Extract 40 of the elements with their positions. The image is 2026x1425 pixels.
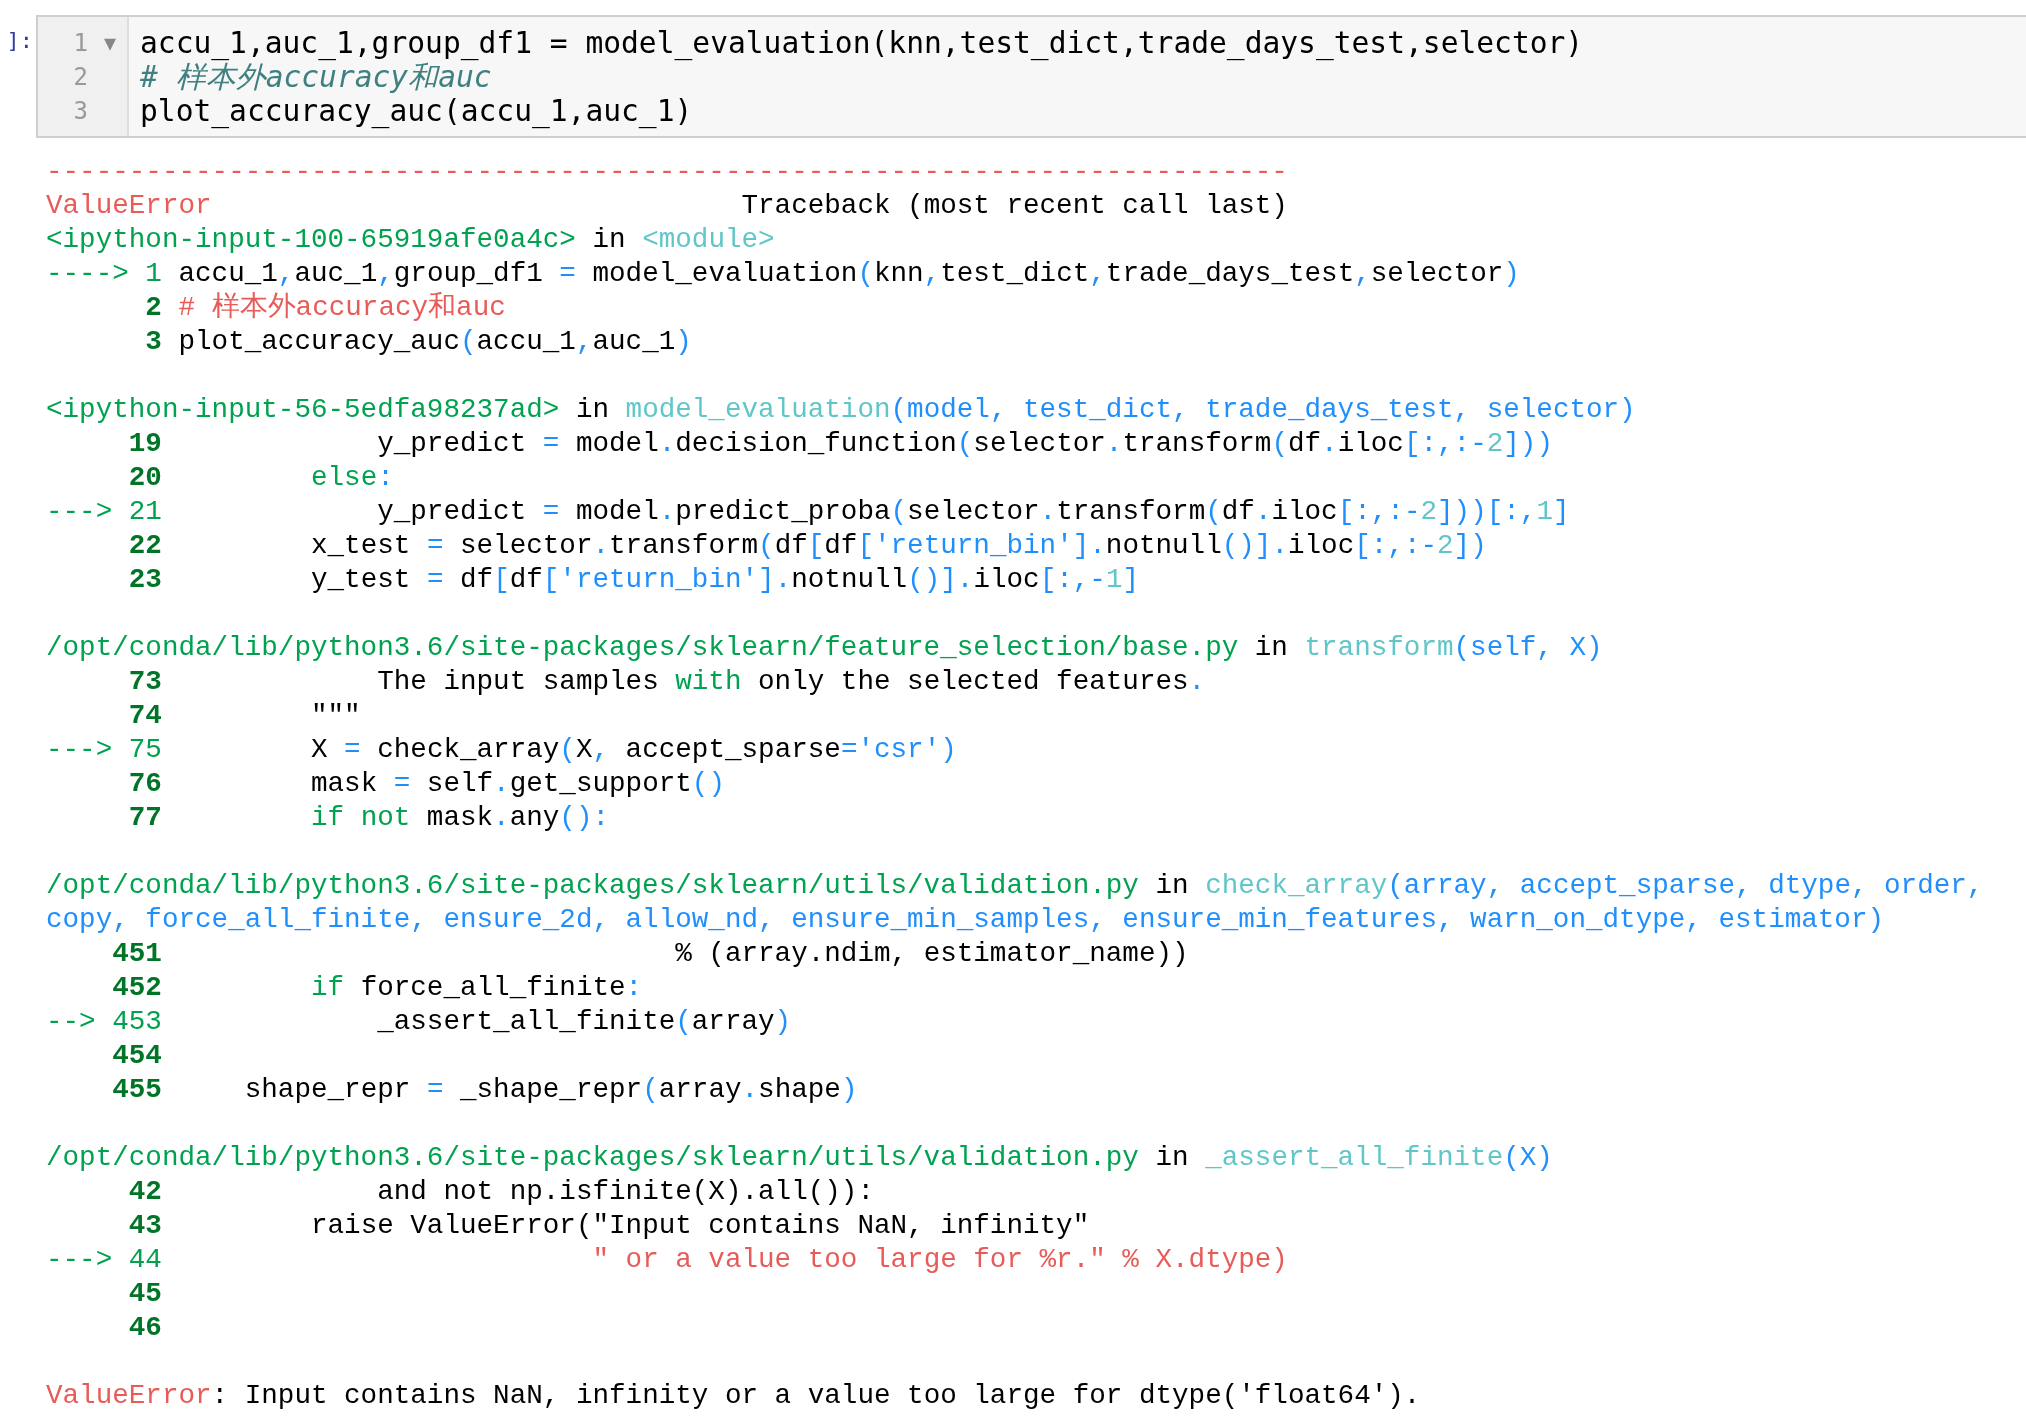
traceback-line: <ipython-input-56-5edfa98237ad> in model_evaluation(model, test_dict, trade_days_test, selector) <box>46 393 1637 427</box>
traceback-line: ValueError: Input contains NaN, infinity or a value too large for dtype('float64'). <box>46 1379 1422 1413</box>
traceback-line: 43 raise ValueError("Input contains NaN, infinity" <box>127 1209 1091 1243</box>
traceback-line: 454 <box>111 1039 163 1073</box>
traceback-line: copy, force_all_finite, ensure_2d, allow_nd, ensure_min_samples, ensure_min_features, warn_on_dtype, estimator) <box>46 903 1886 937</box>
code-line: plot_accuracy_auc(accu_1,auc_1) <box>140 94 694 128</box>
traceback-line: 22 x_test = selector.transform(df[df['return_bin'].notnull()].iloc[:,:-2]) <box>127 529 1488 563</box>
traceback-line: <ipython-input-100-65919afe0a4c> in <module> <box>46 223 776 257</box>
code-editor[interactable]: 1 ▼ 2 3 accu_1,auc_1,group_df1 = model_evaluation(knn,test_dict,trade_days_test,selector) # 样本外accuracy和auc plot_accuracy_auc(accu_1,auc_1) <box>36 15 2026 138</box>
traceback-line: ---> 44 " or a value too large for %r." % X.dtype) <box>46 1243 1289 1277</box>
code-comment: # 样本外accuracy和auc <box>140 60 492 94</box>
traceback-line: 20 else: <box>127 461 395 495</box>
traceback-line: /opt/conda/lib/python3.6/site-packages/sklearn/utils/validation.py in _assert_all_finite(X) <box>46 1141 1554 1175</box>
traceback-line: 2 # 样本外accuracy和auc <box>144 291 507 325</box>
traceback-line: 23 y_test = df[df['return_bin'].notnull()].iloc[:,-1] <box>127 563 1140 597</box>
traceback-line: ---> 21 y_predict = model.predict_proba(selector.transform(df.iloc[:,:-2]))[:,1] <box>46 495 1571 529</box>
traceback-line: 73 The input samples with only the selected features. <box>127 665 1207 699</box>
traceback-line: 46 <box>127 1311 163 1345</box>
traceback-line: 451 % (array.ndim, estimator_name)) <box>111 937 1190 971</box>
traceback-line: ----> 1 accu_1,auc_1,group_df1 = model_evaluation(knn,test_dict,trade_days_test,selector) <box>46 257 1521 291</box>
line-number: 1 <box>72 29 88 57</box>
traceback-line: 3 plot_accuracy_auc(accu_1,auc_1) <box>144 325 693 359</box>
line-number: 3 <box>72 97 88 125</box>
line-number: 2 <box>72 63 88 91</box>
traceback-line: 77 if not mask.any(): <box>127 801 611 835</box>
traceback-line: --> 453 _assert_all_finite(array) <box>46 1005 793 1039</box>
cell-prompt: ]: <box>5 27 34 55</box>
traceback-line: 45 <box>127 1277 163 1311</box>
code-line: accu_1,auc_1,group_df1 = model_evaluation(knn,test_dict,trade_days_test,selector) <box>140 26 1584 60</box>
traceback-line: --------------------------------------------------------------------------- <box>46 155 1289 189</box>
traceback-line: /opt/conda/lib/python3.6/site-packages/sklearn/feature_selection/base.py in transform(self, X) <box>46 631 1604 665</box>
traceback-line: 19 y_predict = model.decision_function(selector.transform(df.iloc[:,:-2])) <box>127 427 1554 461</box>
traceback-line: 452 if force_all_finite: <box>111 971 644 1005</box>
traceback-line: ValueError Traceback (most recent call last) <box>46 189 1289 223</box>
traceback-line: 42 and not np.isfinite(X).all()): <box>127 1175 875 1209</box>
traceback-line: 76 mask = self.get_support() <box>127 767 726 801</box>
traceback-line: ---> 75 X = check_array(X, accept_sparse='csr') <box>46 733 958 767</box>
traceback-line: /opt/conda/lib/python3.6/site-packages/sklearn/utils/validation.py in check_array(array, accept_sparse, dtype, order, <box>46 869 1985 903</box>
traceback-line: 455 shape_repr = _shape_repr(array.shape) <box>111 1073 859 1107</box>
traceback-line: 74 """ <box>127 699 362 733</box>
